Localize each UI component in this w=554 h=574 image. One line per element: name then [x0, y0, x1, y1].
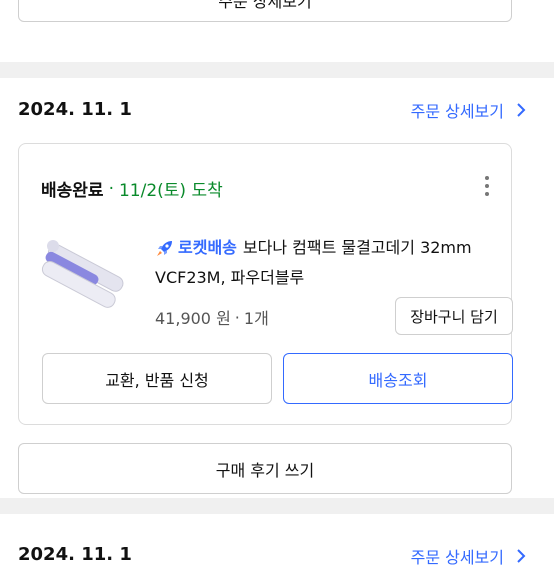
order-detail-button-top[interactable]: 주문 상세보기 [18, 0, 512, 22]
order-detail-link[interactable]: 주문 상세보기 [411, 98, 528, 122]
previous-order-section: 주문 상세보기 [0, 0, 554, 62]
price-row: 41,900 원 · 1개 [155, 305, 269, 329]
add-to-cart-label: 장바구니 담기 [410, 307, 498, 326]
order-card: 배송완료 · 11/2(토) 도착 로켓배송 보다나 컴팩트 물결고데기 32m… [18, 143, 513, 425]
next-order-section: 2024. 11. 1 주문 상세보기 [0, 514, 554, 574]
status-separator: · [108, 178, 114, 199]
product-name-line1-row: 로켓배송 보다나 컴팩트 물결고데기 32mm [155, 233, 505, 263]
more-options-button[interactable] [477, 174, 497, 200]
price-dot: · [234, 307, 240, 327]
product-name-line2: VCF23M, 파우더블루 [155, 268, 305, 287]
write-review-label: 구매 후기 쓰기 [215, 460, 315, 480]
order-detail-button-top-label: 주문 상세보기 [218, 0, 312, 11]
product-quantity: 1개 [243, 309, 269, 328]
delivery-status-row: 배송완료 · 11/2(토) 도착 [41, 176, 223, 202]
write-review-button[interactable]: 구매 후기 쓰기 [18, 443, 512, 494]
add-to-cart-button[interactable]: 장바구니 담기 [395, 297, 513, 335]
product-name-line1: 보다나 컴팩트 물결고데기 32mm [242, 238, 472, 257]
product-image[interactable] [39, 220, 131, 312]
chevron-right-icon [517, 103, 526, 117]
exchange-return-button[interactable]: 교환, 반품 신청 [42, 353, 272, 404]
hair-iron-image [41, 240, 124, 308]
arrival-date: 11/2(토) 도착 [118, 181, 223, 201]
track-delivery-label: 배송조회 [368, 370, 428, 390]
rocket-icon [157, 241, 172, 256]
next-order-detail-link[interactable]: 주문 상세보기 [411, 544, 528, 568]
exchange-return-label: 교환, 반품 신청 [105, 370, 209, 390]
product-name[interactable]: 로켓배송 보다나 컴팩트 물결고데기 32mm VCF23M, 파우더블루 [155, 233, 505, 293]
track-delivery-button[interactable]: 배송조회 [283, 353, 513, 404]
more-vertical-icon [485, 176, 489, 196]
rocket-delivery-badge: 로켓배송 [178, 238, 237, 257]
delivery-status: 배송완료 [41, 181, 104, 201]
order-detail-link-label: 주문 상세보기 [410, 102, 504, 121]
product-price: 41,900 원 [155, 309, 231, 328]
order-date: 2024. 11. 1 [18, 99, 132, 120]
next-order-detail-link-label: 주문 상세보기 [410, 548, 504, 567]
chevron-right-icon [517, 549, 526, 563]
next-order-date: 2024. 11. 1 [18, 544, 132, 565]
